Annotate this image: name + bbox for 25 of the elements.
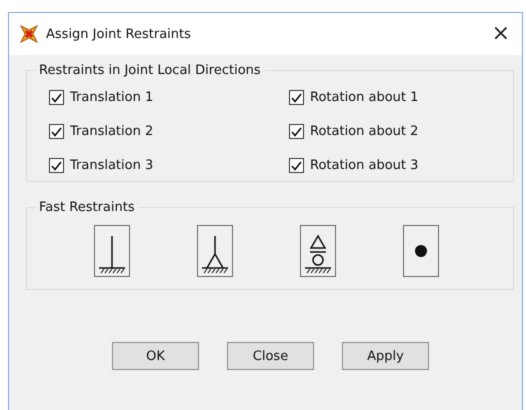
checkbox[interactable] xyxy=(289,90,304,105)
group-title: Restraints in Joint Local Directions xyxy=(38,63,262,78)
checkbox-option[interactable]: Translation 2 xyxy=(49,124,289,139)
checkbox-option[interactable]: Translation 3 xyxy=(49,158,289,173)
checkbox[interactable] xyxy=(289,158,304,173)
checkbox[interactable] xyxy=(49,90,64,105)
dialog-button[interactable]: Apply xyxy=(342,342,429,370)
checkbox[interactable] xyxy=(49,158,64,173)
dialog-button[interactable]: OK xyxy=(112,342,199,370)
group-title: Fast Restraints xyxy=(38,200,136,215)
checkbox-option[interactable]: Translation 1 xyxy=(49,90,289,105)
checkbox[interactable] xyxy=(49,124,64,139)
close-button[interactable]: × xyxy=(490,23,512,45)
restraint-button[interactable] xyxy=(197,225,233,277)
checkbox[interactable] xyxy=(289,124,304,139)
checkbox-option[interactable]: Rotation about 2 xyxy=(289,124,489,139)
checkbox-option[interactable]: Rotation about 3 xyxy=(289,158,489,173)
app-logo-icon xyxy=(19,24,39,44)
dialog-button[interactable]: Close xyxy=(227,342,314,370)
restraint-button[interactable] xyxy=(94,225,130,277)
restraint-button[interactable] xyxy=(403,225,439,277)
dot-icon xyxy=(415,245,427,257)
restraint-button[interactable] xyxy=(300,225,336,277)
checkbox-option[interactable]: Rotation about 1 xyxy=(289,90,489,105)
window-title: Assign Joint Restraints xyxy=(46,26,191,42)
